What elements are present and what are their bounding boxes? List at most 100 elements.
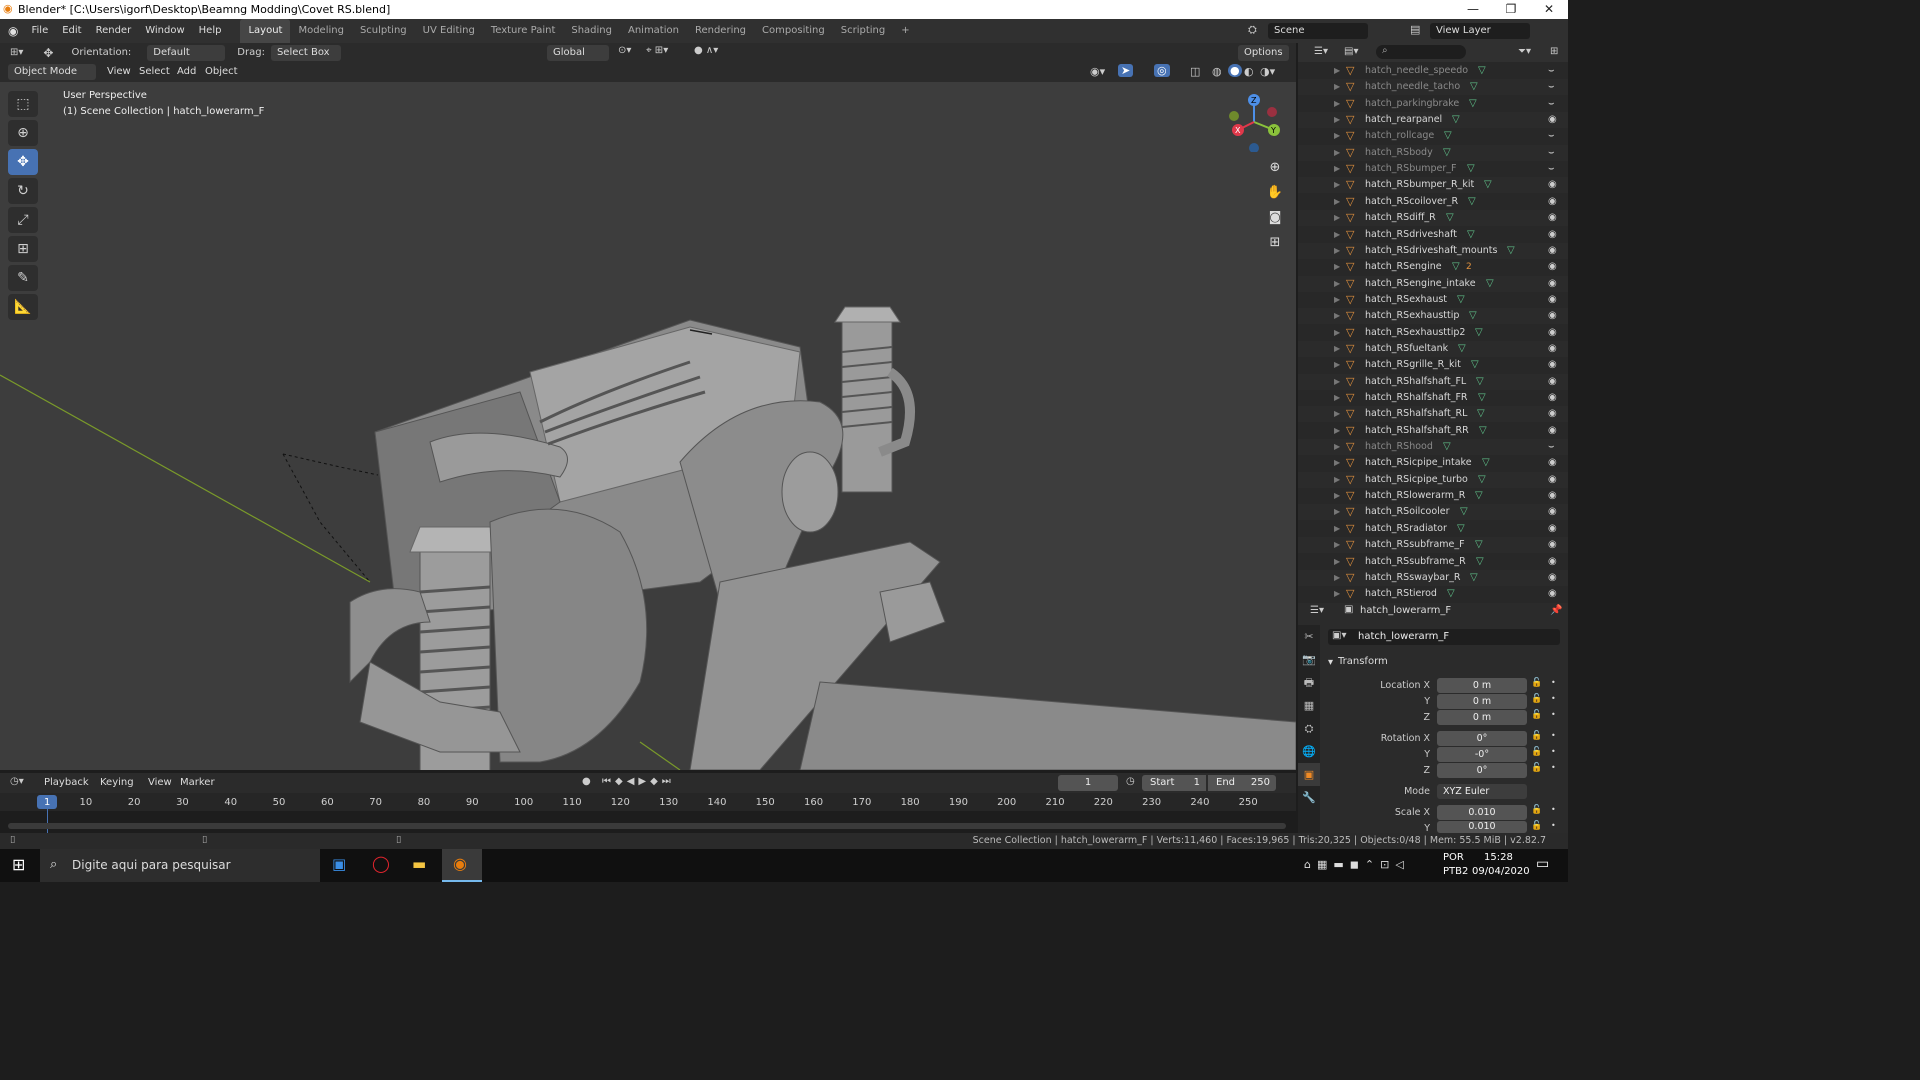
expand-arrow-icon[interactable]: ▶: [1334, 521, 1340, 537]
tab-sculpting[interactable]: Sculpting: [352, 19, 415, 43]
notifications-icon[interactable]: ▭: [1536, 856, 1549, 872]
eye-closed-icon[interactable]: ⌣: [1548, 145, 1555, 161]
outliner-item[interactable]: ▶ ▽ hatch_RShalfshaft_FR ◉ ▽: [1298, 390, 1568, 406]
lock-icon[interactable]: 🔓: [1531, 747, 1542, 757]
expand-arrow-icon[interactable]: ▶: [1334, 63, 1340, 79]
scale-icon[interactable]: ⤢: [8, 207, 38, 233]
show-overlays-icon[interactable]: ◎: [1154, 64, 1170, 77]
outliner-item[interactable]: ▶ ▽ hatch_RSlowerarm_R ◉ ▽: [1298, 488, 1568, 504]
mesh-data-icon[interactable]: ▽: [1470, 570, 1478, 586]
expand-arrow-icon[interactable]: ▶: [1334, 439, 1340, 455]
mesh-data-icon[interactable]: ▽: [1469, 308, 1477, 324]
eye-icon[interactable]: ◉: [1548, 177, 1557, 193]
outliner-item[interactable]: ▶ ▽ hatch_RSengine_intake ◉ ▽: [1298, 275, 1568, 292]
select-box-icon[interactable]: ⬚: [8, 91, 38, 117]
outliner-item[interactable]: ▶ ▽ hatch_RShalfshaft_FL ◉ ▽: [1298, 373, 1568, 390]
pin-icon[interactable]: 📌: [1550, 605, 1562, 616]
outliner-item[interactable]: ▶ ▽ hatch_RSoilcooler ◉ ▽: [1298, 504, 1568, 521]
expand-arrow-icon[interactable]: ▶: [1334, 308, 1340, 324]
maximize-button[interactable]: ❐: [1492, 0, 1530, 19]
eye-icon[interactable]: ◉: [1548, 292, 1557, 308]
pivot-icon[interactable]: ⊙▾: [618, 45, 631, 56]
expand-arrow-icon[interactable]: ▶: [1334, 472, 1340, 488]
outliner-item[interactable]: ▶ ▽ hatch_RSbody ⌣ ▽: [1298, 144, 1568, 161]
file-explorer-icon[interactable]: ▬: [412, 855, 426, 873]
eye-icon[interactable]: ◉: [1548, 243, 1557, 259]
measure-icon[interactable]: 📐: [8, 294, 38, 320]
tab-scripting[interactable]: Scripting: [833, 19, 893, 43]
expand-arrow-icon[interactable]: ▶: [1334, 586, 1340, 602]
expand-arrow-icon[interactable]: ▶: [1334, 570, 1340, 586]
solid-shading-icon[interactable]: ●: [1228, 64, 1242, 77]
outliner-item[interactable]: ▶ ▽ hatch_RSgrille_R_kit ◉ ▽: [1298, 357, 1568, 373]
keyframe-dot-icon[interactable]: •: [1551, 805, 1556, 814]
transform-space-dropdown[interactable]: Global: [547, 45, 609, 61]
eye-icon[interactable]: ◉: [1548, 390, 1557, 406]
outliner-item[interactable]: ▶ ▽ hatch_RSicpipe_turbo ◉ ▽: [1298, 471, 1568, 488]
wireframe-shading-icon[interactable]: ◍: [1212, 65, 1222, 78]
keyboard-layout[interactable]: PTB2: [1443, 866, 1468, 877]
lock-icon[interactable]: 🔓: [1531, 694, 1542, 704]
expand-arrow-icon[interactable]: ▶: [1334, 79, 1340, 95]
tab-compositing[interactable]: Compositing: [754, 19, 833, 43]
clock-icon[interactable]: ◷: [1126, 776, 1135, 787]
expand-arrow-icon[interactable]: ▶: [1334, 96, 1340, 112]
transform-panel-arrow[interactable]: ▾: [1328, 657, 1333, 668]
outliner-item[interactable]: ▶ ▽ hatch_RShalfshaft_RL ◉ ▽: [1298, 406, 1568, 423]
render-tab-icon[interactable]: 📷: [1298, 648, 1320, 671]
expand-arrow-icon[interactable]: ▶: [1334, 194, 1340, 210]
task-view-icon[interactable]: ▣: [332, 855, 346, 873]
expand-arrow-icon[interactable]: ▶: [1334, 292, 1340, 308]
expand-arrow-icon[interactable]: ▶: [1334, 128, 1340, 144]
show-gizmo-icon[interactable]: ➤: [1118, 64, 1134, 77]
windows-start-icon[interactable]: ⊞: [12, 855, 25, 874]
eye-icon[interactable]: ◉: [1548, 406, 1557, 422]
scale-y-field[interactable]: 0.010: [1437, 821, 1527, 833]
keyframe-dot-icon[interactable]: •: [1551, 731, 1556, 740]
outliner-item[interactable]: ▶ ▽ hatch_needle_speedo ⌣ ▽: [1298, 63, 1568, 79]
add-workspace-button[interactable]: +: [893, 19, 917, 43]
mesh-data-icon[interactable]: ▽: [1457, 521, 1465, 537]
pan-hand-icon[interactable]: ✋: [1264, 182, 1286, 204]
eye-icon[interactable]: ◉: [1548, 423, 1557, 439]
mesh-data-icon[interactable]: ▽: [1458, 341, 1466, 357]
eye-icon[interactable]: ◉: [1548, 357, 1557, 373]
expand-arrow-icon[interactable]: ▶: [1334, 504, 1340, 520]
outliner-search-input[interactable]: ⌕: [1376, 45, 1466, 59]
outliner-item[interactable]: ▶ ▽ hatch_RSexhausttip2 ◉ ▽: [1298, 325, 1568, 341]
timeline-menu-keying[interactable]: Keying: [94, 775, 140, 791]
eye-closed-icon[interactable]: ⌣: [1548, 96, 1555, 112]
expand-arrow-icon[interactable]: ▶: [1334, 455, 1340, 471]
eye-icon[interactable]: ◉: [1548, 227, 1557, 243]
expand-arrow-icon[interactable]: ▶: [1334, 177, 1340, 193]
outliner-item[interactable]: ▶ ▽ hatch_RSbumper_F ⌣ ▽: [1298, 161, 1568, 177]
timeline-scrollbar[interactable]: [8, 823, 1286, 829]
outliner-item[interactable]: ▶ ▽ hatch_parkingbrake ⌣ ▽: [1298, 96, 1568, 112]
proportional-edit-icon[interactable]: ● ∧▾: [694, 45, 718, 56]
outliner-item[interactable]: ▶ ▽ hatch_RSexhausttip ◉ ▽: [1298, 308, 1568, 325]
eye-icon[interactable]: ◉: [1548, 341, 1557, 357]
eye-icon[interactable]: ◉: [1548, 504, 1557, 520]
eye-icon[interactable]: ◉: [1548, 194, 1557, 210]
lock-icon[interactable]: 🔓: [1531, 710, 1542, 720]
mesh-data-icon[interactable]: ▽: [1467, 161, 1475, 177]
expand-arrow-icon[interactable]: ▶: [1334, 325, 1340, 341]
eye-icon[interactable]: ◉: [1548, 325, 1557, 341]
eye-closed-icon[interactable]: ⌣: [1548, 161, 1555, 177]
mesh-data-icon[interactable]: ▽: [1468, 194, 1476, 210]
keyframe-dot-icon[interactable]: •: [1551, 763, 1556, 772]
eye-icon[interactable]: ◉: [1548, 112, 1557, 128]
viewport-menu-object[interactable]: Object: [198, 60, 245, 84]
keyframe-dot-icon[interactable]: •: [1551, 747, 1556, 756]
keyframe-dot-icon[interactable]: •: [1551, 678, 1556, 687]
menu-render[interactable]: Render: [89, 19, 139, 43]
record-icon[interactable]: ●: [582, 776, 591, 787]
minimize-button[interactable]: —: [1454, 0, 1492, 19]
timeline-editor-icon[interactable]: ◷▾: [10, 776, 24, 787]
tab-uv-editing[interactable]: UV Editing: [415, 19, 483, 43]
mesh-data-icon[interactable]: ▽: [1470, 79, 1478, 95]
ortho-grid-icon[interactable]: ⊞: [1264, 232, 1286, 254]
rotate-icon[interactable]: ↻: [8, 178, 38, 204]
outliner-item[interactable]: ▶ ▽ hatch_RSsubframe_R ◉ ▽: [1298, 554, 1568, 570]
outliner-item[interactable]: ▶ ▽ hatch_rearpanel ◉ ▽: [1298, 112, 1568, 129]
